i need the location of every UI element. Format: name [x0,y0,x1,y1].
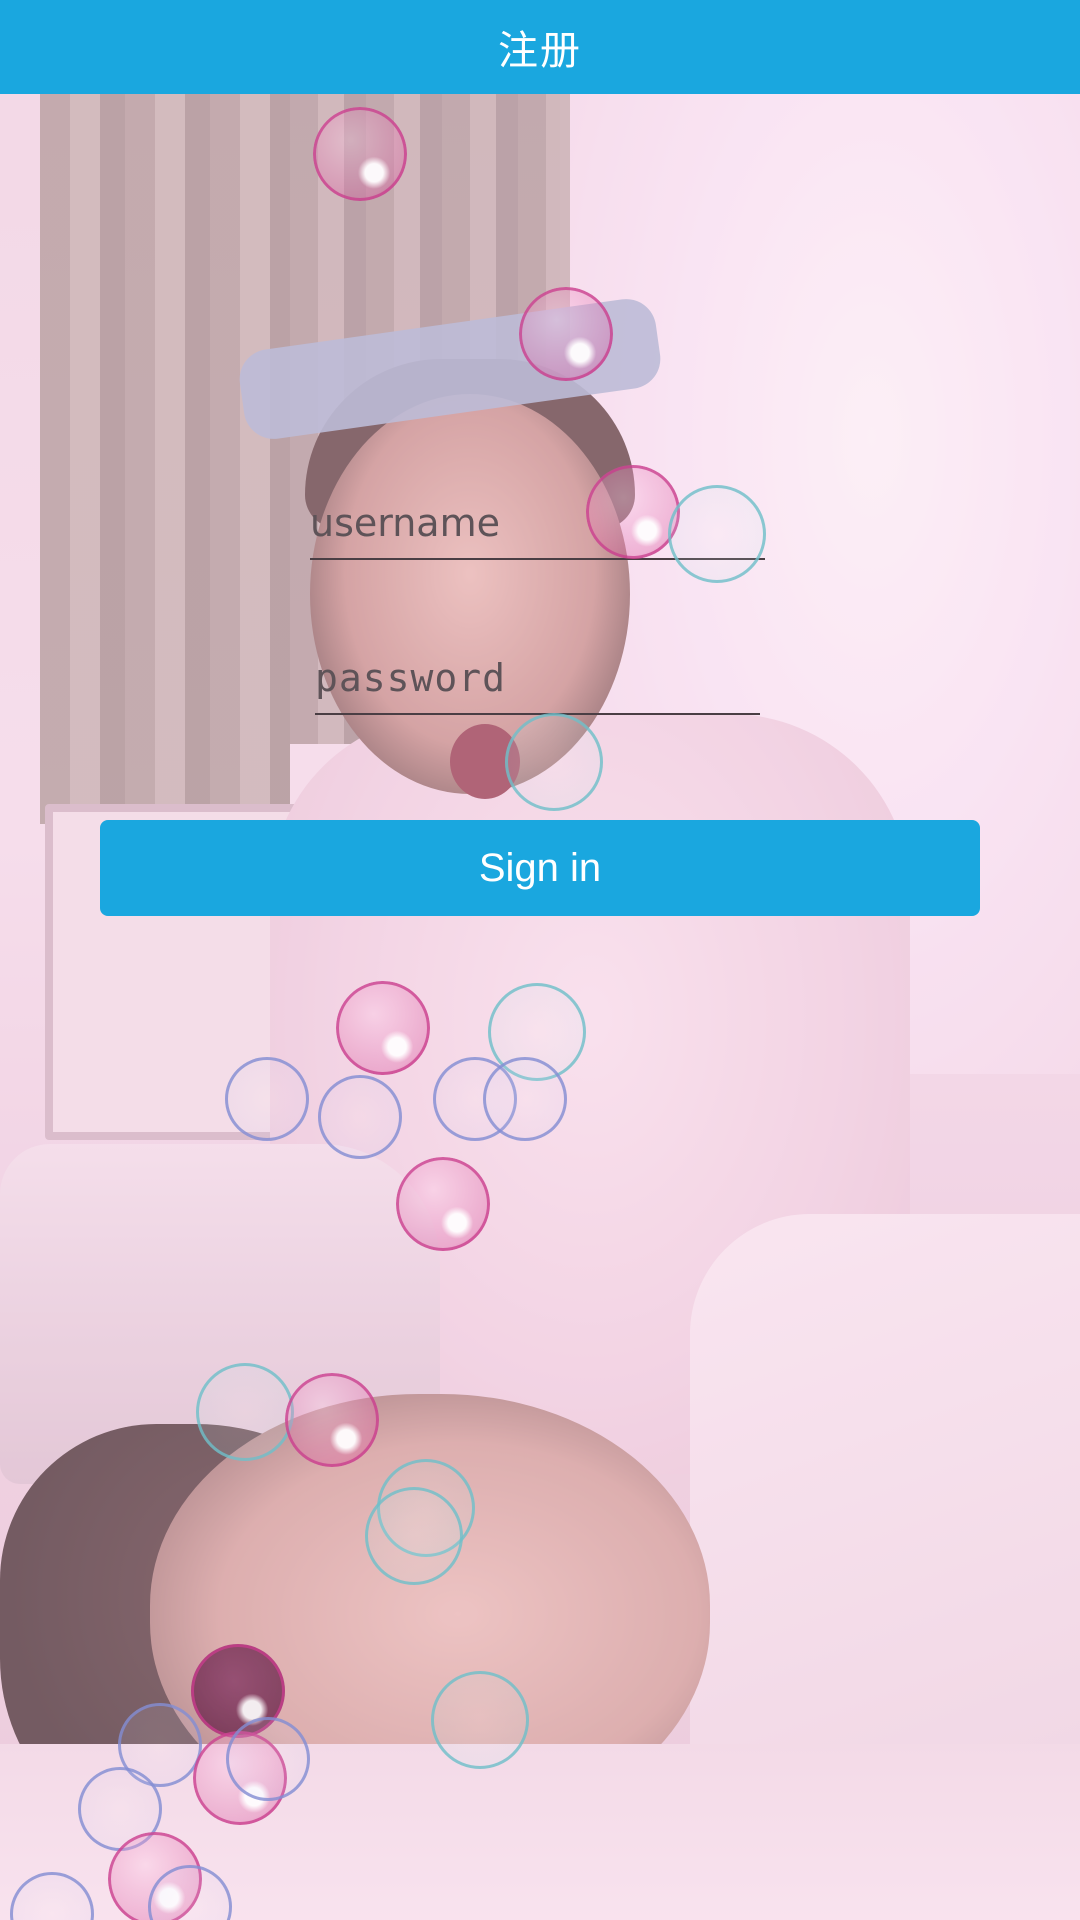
bubble [336,981,430,1075]
bubble [668,485,766,583]
bubble [396,1157,490,1251]
bubble [483,1057,567,1141]
page-title: 注册 [498,28,582,74]
bubble [586,465,680,559]
bubble [225,1057,309,1141]
title-bar: 注册 [0,0,1080,94]
bubble [365,1487,463,1585]
sign-in-button[interactable]: Sign in [100,820,980,916]
bubble [313,107,407,201]
bubble [285,1373,379,1467]
bubble [226,1717,310,1801]
password-field[interactable] [315,649,760,715]
bubble [431,1671,529,1769]
bubble [519,287,613,381]
password-input[interactable] [315,649,760,713]
bubble [505,713,603,811]
bubble [196,1363,294,1461]
bubble [318,1075,402,1159]
app-screen: 注册 Sign in [0,0,1080,1920]
